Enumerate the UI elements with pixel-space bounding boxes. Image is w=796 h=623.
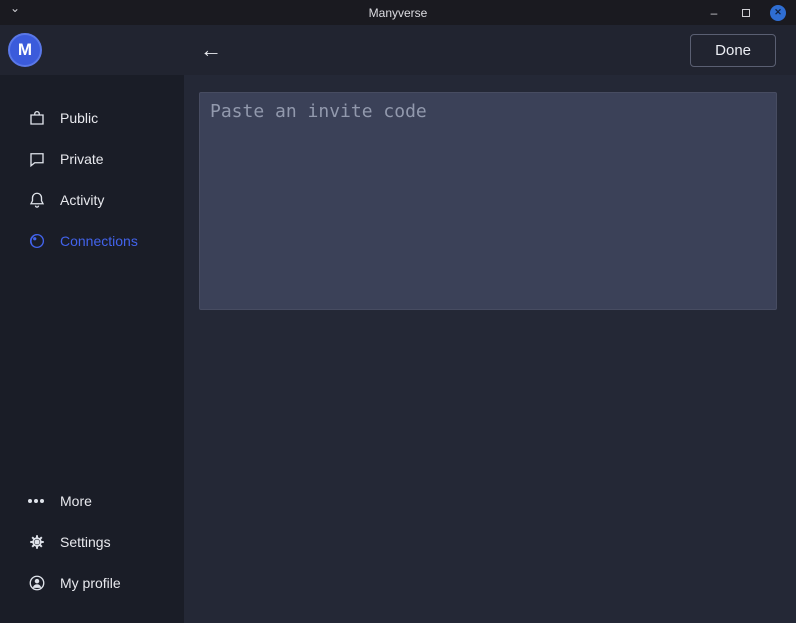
app-window: ⌄ Manyverse – ✕ M ← Done Public — [0, 0, 796, 623]
bell-icon — [28, 191, 46, 209]
close-button[interactable]: ✕ — [770, 5, 786, 21]
sidebar-item-label: Connections — [60, 233, 138, 249]
done-button[interactable]: Done — [690, 34, 776, 67]
speech-bubble-icon — [28, 150, 46, 168]
sidebar-item-my-profile[interactable]: My profile — [0, 562, 184, 603]
minimize-button[interactable]: – — [706, 5, 722, 21]
sidebar-item-connections[interactable]: Connections — [0, 220, 184, 261]
invite-code-input[interactable] — [199, 92, 777, 310]
sidebar-item-public[interactable]: Public — [0, 97, 184, 138]
sidebar-item-private[interactable]: Private — [0, 138, 184, 179]
sidebar-item-settings[interactable]: Settings — [0, 521, 184, 562]
window-controls: – ✕ — [706, 0, 786, 25]
main-content — [184, 75, 796, 623]
restore-icon — [742, 9, 750, 17]
body-row: Public Private Activity — [0, 75, 796, 623]
sidebar-item-activity[interactable]: Activity — [0, 179, 184, 220]
sidebar-item-label: Settings — [60, 534, 111, 550]
back-arrow-icon[interactable]: ← — [200, 39, 222, 61]
swirl-icon — [28, 232, 46, 250]
titlebar: ⌄ Manyverse – ✕ — [0, 0, 796, 25]
sidebar-item-more[interactable]: More — [0, 480, 184, 521]
manyverse-logo-icon: M — [8, 33, 42, 67]
window-title: Manyverse — [0, 6, 796, 20]
dots-icon — [28, 492, 46, 510]
sidebar-footer: More — [0, 480, 184, 603]
sidebar-item-label: More — [60, 493, 92, 509]
bag-icon — [28, 109, 46, 127]
gear-icon — [28, 533, 46, 551]
sidebar-item-label: Public — [60, 110, 98, 126]
sidebar-item-label: Private — [60, 151, 104, 167]
restore-button[interactable] — [738, 5, 754, 21]
sidebar-item-label: Activity — [60, 192, 104, 208]
person-icon — [28, 574, 46, 592]
sidebar-item-label: My profile — [60, 575, 121, 591]
sidebar: Public Private Activity — [0, 75, 184, 623]
app-header: M ← Done — [0, 25, 796, 75]
